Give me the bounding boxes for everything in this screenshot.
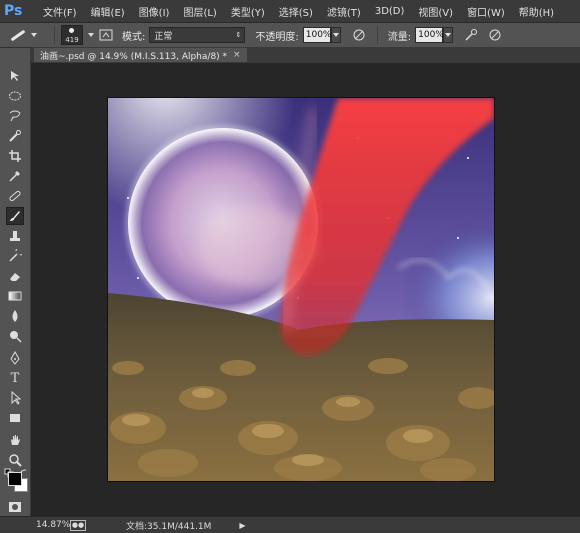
brush-preset-picker[interactable]: 419 [61,25,83,45]
lasso-icon[interactable] [7,108,23,124]
tool-preset-picker[interactable] [10,29,48,41]
eyedropper-icon[interactable] [7,168,23,184]
flow-slider-toggle[interactable] [443,27,454,43]
mode-label: 模式: [122,31,146,43]
zoom-level[interactable]: 14.87% [36,520,70,530]
chevron-down-icon [332,33,339,37]
menu-bar: Ps 文件(F) 编辑(E) 图像(I) 图层(L) 类型(Y) 选择(S) 滤… [0,0,580,23]
chevron-down-icon [445,33,452,37]
options-bar: 419 模式: 正常 ⇕ 不透明度: 100% 流量: 100% [0,23,580,48]
brush-panel-toggle-icon[interactable] [98,27,114,43]
mode-value: 正常 [154,31,173,42]
photoshop-logo: Ps [4,3,23,19]
divider [54,26,55,44]
brush-size-value: 419 [65,36,79,44]
artwork-image [108,98,494,481]
menu-help[interactable]: 帮助(H) [512,4,561,19]
status-menu-arrow-icon[interactable]: ▶ [239,521,245,530]
history-brush-icon[interactable] [7,248,23,264]
menu-layer[interactable]: 图层(L) [176,4,223,19]
close-icon[interactable]: × [233,50,241,60]
marquee-icon[interactable] [7,88,23,104]
brush-tip-icon [69,28,74,33]
eraser-icon[interactable] [7,268,23,284]
path-select-icon[interactable] [7,390,23,406]
menu-window[interactable]: 窗口(W) [460,4,512,19]
menu-filter[interactable]: 滤镜(T) [320,4,368,19]
foreground-color-swatch[interactable] [8,472,22,486]
document-tab-bar: 油画~.psd @ 14.9% (M.I.S.113, Alpha/8) * × [31,47,580,63]
hand-icon[interactable] [7,432,23,448]
document-size-info: 文档:35.1M/441.1M [126,521,212,532]
toolbox: T [0,48,31,518]
move-icon[interactable] [7,68,23,84]
blur-icon[interactable] [7,308,23,324]
flow-input[interactable]: 100% [415,27,444,43]
healing-icon[interactable] [7,188,23,204]
menu-3d[interactable]: 3D(D) [368,6,412,17]
menu-select[interactable]: 选择(S) [272,4,320,19]
brush-icon [10,29,26,41]
pressure-size-icon[interactable] [487,27,503,43]
pressure-opacity-icon[interactable] [351,27,367,43]
airbrush-icon[interactable] [463,27,479,43]
shape-icon[interactable] [7,410,23,426]
pen-icon[interactable] [7,350,23,366]
dodge-icon[interactable] [7,328,23,344]
chevron-down-icon [31,33,37,37]
brush-icon[interactable] [6,207,24,225]
opacity-input[interactable]: 100% [302,27,331,43]
menu-view[interactable]: 视图(V) [411,4,460,19]
menu-file[interactable]: 文件(F) [36,4,84,19]
menu-edit[interactable]: 编辑(E) [84,4,132,19]
mode-select[interactable]: 正常 ⇕ [149,27,246,43]
updown-arrow-icon: ⇕ [235,31,242,39]
opacity-slider-toggle[interactable] [330,27,341,43]
divider [376,26,378,44]
status-bar: 14.87% ●● 文档:35.1M/441.1M ▶ [0,516,580,533]
quick-mask-icon[interactable] [7,499,23,515]
document-title: 油画~.psd @ 14.9% (M.I.S.113, Alpha/8) * [40,51,228,62]
crop-icon[interactable] [7,148,23,164]
document-canvas[interactable] [108,98,494,481]
document-tab[interactable]: 油画~.psd @ 14.9% (M.I.S.113, Alpha/8) * × [34,48,247,62]
flow-label: 流量: [387,31,412,43]
stamp-icon[interactable] [7,228,23,244]
quick-select-icon[interactable] [7,128,23,144]
menu-image[interactable]: 图像(I) [132,4,177,19]
menu-type[interactable]: 类型(Y) [224,4,272,19]
opacity-label: 不透明度: [255,31,299,43]
chevron-down-icon[interactable] [88,33,94,37]
gradient-icon[interactable] [7,288,23,304]
type-icon[interactable]: T [7,370,23,386]
document-profile-icon[interactable]: ●● [70,519,86,531]
